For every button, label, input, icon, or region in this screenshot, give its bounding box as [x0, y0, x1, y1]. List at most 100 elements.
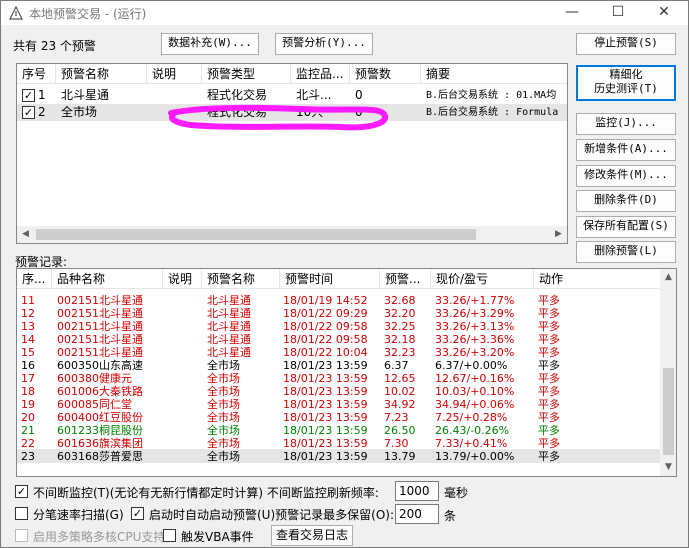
delete-condition-button[interactable]: 删除条件(D) [576, 190, 676, 212]
continuous-monitor-checkbox[interactable]: ✓ [15, 485, 28, 498]
data-supplement-button[interactable]: 数据补充(W)... [161, 33, 259, 55]
record-pnl: 33.26/+3.29% [435, 307, 515, 320]
rec-col-pnl[interactable]: 现价/盈亏 [431, 269, 534, 289]
record-action: 平多 [538, 450, 560, 463]
col-header-monitor[interactable]: 监控品... [291, 64, 350, 84]
refresh-interval-unit: 毫秒 [444, 486, 469, 500]
scroll-up-arrow-icon[interactable]: ▲ [660, 269, 676, 286]
view-trade-log-button[interactable]: 查看交易日志 [271, 525, 353, 546]
record-price: 32.23 [384, 346, 416, 359]
col-header-count[interactable]: 预警数 [350, 64, 421, 84]
maximize-button[interactable]: ☐ [595, 1, 641, 25]
col-header-no[interactable]: 序号 [17, 64, 56, 84]
continuous-monitor-label: 不间断监控(T)(无论有无新行情都定时计算) 不间断监控刷新频率: [33, 486, 379, 500]
record-alert-name: 北斗星通 [207, 346, 251, 359]
scroll-thumb[interactable] [663, 368, 674, 455]
multicore-checkbox [15, 529, 28, 542]
record-price: 32.68 [384, 294, 416, 307]
rec-col-name[interactable]: 品种名称 [52, 269, 163, 289]
record-action: 平多 [538, 320, 560, 333]
record-alert-name: 全市场 [207, 398, 240, 411]
record-code: 600380 [57, 372, 99, 385]
record-no: 23 [21, 450, 35, 463]
scroll-right-arrow-icon[interactable]: ▶ [550, 226, 567, 243]
refresh-interval-input[interactable]: 1000 [395, 481, 439, 501]
auto-start-checkbox[interactable]: ✓ [131, 507, 144, 520]
max-records-unit: 条 [444, 509, 457, 523]
record-alert-name: 北斗星通 [207, 320, 251, 333]
record-action: 平多 [538, 307, 560, 320]
record-code: 601233 [57, 424, 99, 437]
record-time: 18/01/19 14:52 [283, 294, 368, 307]
record-no: 18 [21, 385, 35, 398]
record-pnl: 7.25/+0.28% [435, 411, 508, 424]
title-bar[interactable]: 本地预警交易 - (运行) — ☐ ✕ [1, 1, 688, 25]
record-price: 12.65 [384, 372, 416, 385]
app-triangle-icon [9, 6, 23, 20]
delete-alert-button[interactable]: 删除预警(L) [576, 241, 676, 263]
record-time: 18/01/22 09:58 [283, 333, 368, 346]
record-name: 北斗星通 [99, 333, 143, 346]
minimize-button[interactable]: — [549, 1, 595, 25]
window-title: 本地预警交易 - (运行) [29, 7, 147, 21]
monitor-button[interactable]: 监控(J)... [576, 113, 676, 135]
rec-col-no[interactable]: 序... [17, 269, 52, 289]
close-button[interactable]: ✕ [641, 1, 687, 25]
record-name: 健康元 [99, 372, 132, 385]
record-pnl: 33.26/+1.77% [435, 294, 515, 307]
record-name: 山东高速 [99, 359, 143, 372]
record-name: 北斗星通 [99, 346, 143, 359]
alert-analysis-button[interactable]: 预警分析(Y)... [275, 33, 373, 55]
tick-scan-checkbox[interactable] [15, 507, 28, 520]
rec-col-action[interactable]: 动作 [534, 269, 661, 289]
alert-no: 2 [38, 106, 46, 119]
scroll-down-arrow-icon[interactable]: ▼ [660, 459, 676, 476]
save-all-config-button[interactable]: 保存所有配置(S) [576, 216, 676, 238]
rec-col-desc[interactable]: 说明 [163, 269, 202, 289]
record-no: 15 [21, 346, 35, 359]
record-name: 桐昆股份 [99, 424, 143, 437]
rec-col-alert[interactable]: 预警名称 [202, 269, 280, 289]
col-header-name[interactable]: 预警名称 [56, 64, 147, 84]
record-time: 18/01/23 13:59 [283, 359, 368, 372]
col-header-summary[interactable]: 摘要 [421, 64, 567, 84]
alert-enabled-checkbox[interactable]: ✓ [22, 106, 35, 119]
record-no: 17 [21, 372, 35, 385]
alert-no: 1 [38, 89, 46, 102]
record-no: 20 [21, 411, 35, 424]
scroll-thumb[interactable] [36, 229, 476, 240]
records-vscrollbar[interactable]: ▲ ▼ [660, 269, 676, 476]
record-name: 莎普爱思 [99, 450, 143, 463]
rec-col-time[interactable]: 预警时间 [280, 269, 380, 289]
record-code: 002151 [57, 333, 99, 346]
record-action: 平多 [538, 346, 560, 359]
record-no: 11 [21, 294, 35, 307]
col-header-desc[interactable]: 说明 [147, 64, 202, 84]
rec-col-price[interactable]: 预警... [380, 269, 431, 289]
col-header-type[interactable]: 预警类型 [202, 64, 291, 84]
add-condition-button[interactable]: 新增条件(A)... [576, 139, 676, 161]
scroll-left-arrow-icon[interactable]: ◀ [17, 226, 34, 243]
alert-list-hscrollbar[interactable]: ◀ ▶ [17, 226, 567, 243]
record-code: 002151 [57, 307, 99, 320]
record-price: 6.37 [384, 359, 409, 372]
record-pnl: 6.37/+0.00% [435, 359, 508, 372]
record-price: 32.25 [384, 320, 416, 333]
alert-records-list[interactable]: 序... 品种名称 说明 预警名称 预警时间 预警... 现价/盈亏 动作 11… [16, 268, 677, 477]
stop-alert-button[interactable]: 停止预警(S) [576, 33, 676, 55]
alert-list[interactable]: 序号 预警名称 说明 预警类型 监控品... 预警数 摘要 ✓ 1 北斗星通 程… [16, 63, 568, 244]
record-code: 002151 [57, 294, 99, 307]
alert-enabled-checkbox[interactable]: ✓ [22, 89, 35, 102]
refine-history-eval-button[interactable]: 精细化 历史测评(T) [576, 65, 676, 101]
vba-event-checkbox[interactable] [163, 529, 176, 542]
record-code: 600400 [57, 411, 99, 424]
edit-condition-button[interactable]: 修改条件(M)... [576, 165, 676, 187]
max-records-input[interactable]: 200 [395, 504, 439, 524]
record-price: 26.50 [384, 424, 416, 437]
record-alert-name: 全市场 [207, 385, 240, 398]
record-code: 601006 [57, 385, 99, 398]
record-no: 12 [21, 307, 35, 320]
record-no: 16 [21, 359, 35, 372]
record-price: 10.02 [384, 385, 416, 398]
record-price: 34.92 [384, 398, 416, 411]
